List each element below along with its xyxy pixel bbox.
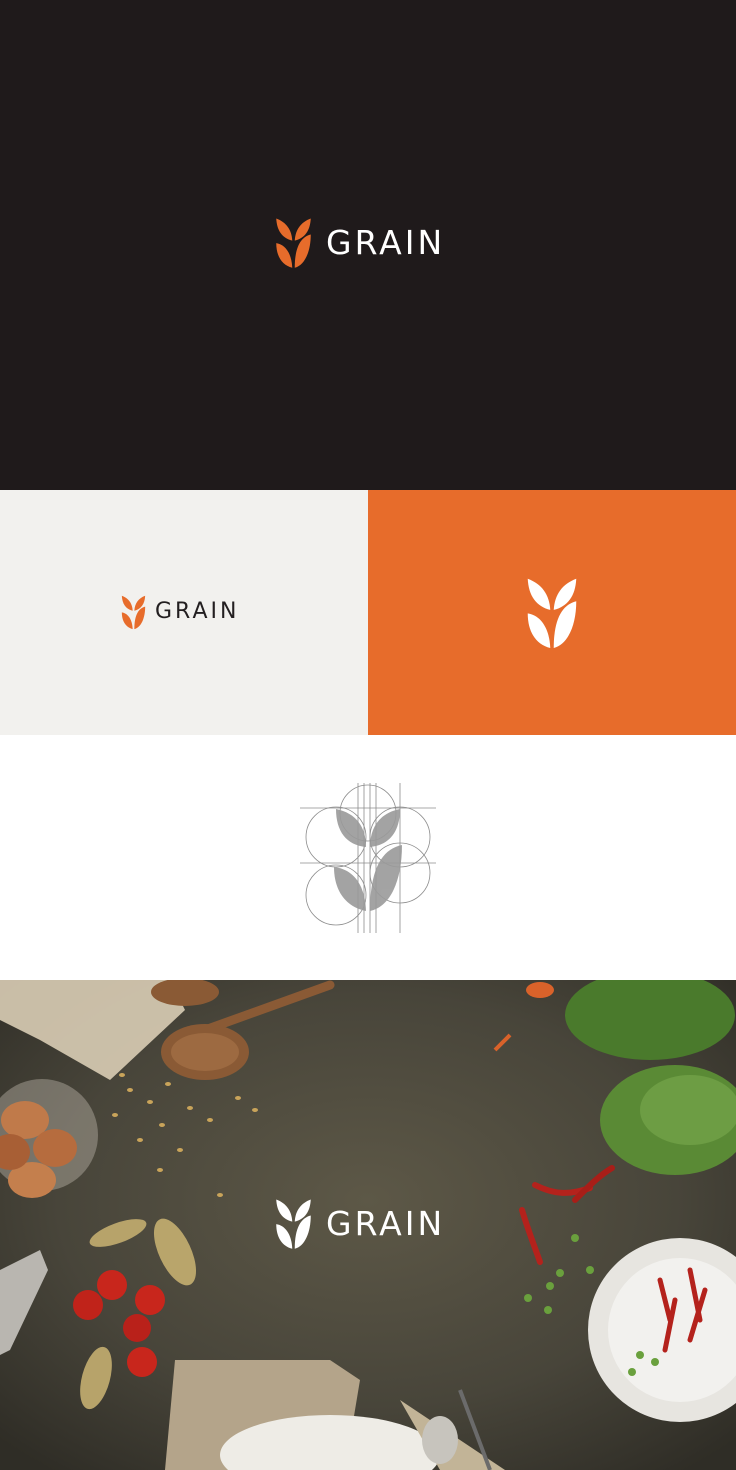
wheat-logo-icon	[527, 578, 577, 649]
brand-wordmark: GRAIN	[326, 223, 446, 262]
logo-lockup-photo: GRAIN	[275, 1197, 445, 1250]
brand-wordmark: GRAIN	[155, 599, 240, 624]
wheat-logo-icon	[121, 595, 146, 630]
logo-lockup-light: GRAIN	[121, 594, 239, 630]
logo-lockup-dark: GRAIN	[275, 216, 445, 269]
wheat-logo-icon	[276, 1199, 311, 1249]
brand-wordmark: GRAIN	[326, 1204, 446, 1243]
logo-grid-construction-icon	[300, 783, 436, 933]
wheat-logo-icon	[276, 218, 311, 268]
